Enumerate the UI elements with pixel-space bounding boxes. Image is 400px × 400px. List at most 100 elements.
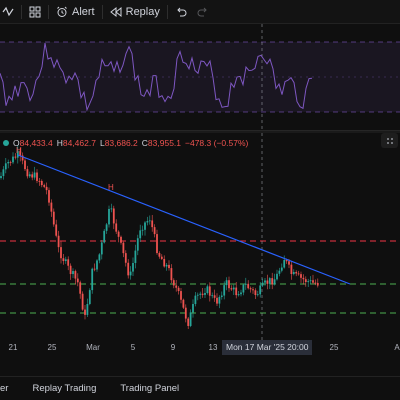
candles-group (0, 145, 319, 330)
close-value: 83,955.1 (147, 138, 182, 148)
candle-body (112, 208, 115, 224)
candle-body (74, 271, 77, 279)
candle-body (33, 172, 36, 178)
candle-body (0, 176, 2, 178)
candle-body (48, 190, 50, 203)
ohlc-legend: O 84,433.4 H 84,462.7 L 83,686.2 C 83,95… (0, 137, 252, 149)
open-value: 84,433.4 (19, 138, 53, 148)
candle-body (168, 264, 170, 269)
candle-body (86, 304, 89, 315)
candle-body (252, 289, 254, 291)
toolbar-divider (101, 4, 103, 19)
tab-trading-panel[interactable]: Trading Panel (108, 383, 191, 394)
candle-body (122, 242, 125, 254)
redo-button[interactable] (192, 0, 214, 24)
candle-body (295, 272, 298, 274)
candle-body (26, 169, 29, 177)
candle-body (242, 284, 245, 293)
low-value: 83,686.2 (104, 138, 138, 148)
candle-body (249, 288, 252, 290)
candle-body (304, 279, 307, 283)
candle-body (228, 280, 230, 289)
tab-replay-trading[interactable]: Replay Trading (20, 383, 108, 394)
candle-body (254, 290, 257, 296)
candle-body (256, 294, 259, 296)
candle-body (273, 279, 276, 285)
candle-body (93, 268, 96, 270)
templates-grid-icon[interactable] (24, 0, 46, 24)
candle-body (2, 169, 5, 177)
time-tick: 13 (208, 343, 218, 352)
candle-body (14, 156, 17, 158)
candle-body (165, 264, 168, 267)
time-tick: 9 (170, 343, 176, 352)
candle-body (240, 292, 242, 295)
candle-body (172, 280, 175, 286)
candle-body (199, 293, 202, 295)
candle-body (182, 299, 185, 308)
candle-body (230, 288, 233, 290)
replay-label: Replay (125, 5, 160, 18)
candle-body (153, 227, 156, 235)
bottom-panel-tabs: er Replay Trading Trading Panel (0, 376, 400, 400)
candle-body (132, 262, 134, 272)
candle-body (312, 280, 314, 283)
candle-body (261, 282, 264, 286)
candle-body (216, 297, 218, 304)
candle-body (170, 268, 173, 281)
price-chart: H H (0, 133, 400, 340)
candle-body (57, 235, 60, 248)
indicators-icon[interactable] (0, 0, 19, 24)
time-tick: 25 (329, 343, 339, 352)
candle-body (276, 273, 278, 280)
candle-body (160, 256, 163, 259)
candle-body (316, 282, 319, 286)
candle-body (105, 224, 108, 231)
candle-body (76, 278, 79, 283)
candle-body (4, 163, 7, 170)
replay-button[interactable]: Replay (105, 0, 165, 24)
tab-screener-partial[interactable]: er (0, 383, 20, 394)
candle-body (115, 223, 118, 232)
candle-body (213, 295, 216, 298)
candle-body (45, 186, 48, 191)
grid-dots-icon (386, 132, 394, 150)
candle-body (156, 234, 158, 254)
top-toolbar: Alert Replay (0, 0, 400, 24)
pane-settings-button[interactable] (381, 133, 398, 148)
candle-body (220, 295, 223, 297)
candle-body (175, 285, 178, 288)
candle-body (64, 259, 67, 262)
toolbar-divider (166, 4, 168, 19)
candle-body (91, 268, 94, 291)
candle-body (266, 280, 269, 284)
candle-body (81, 293, 84, 310)
candle-body (208, 286, 211, 296)
candle-body (43, 185, 46, 187)
candle-body (69, 265, 72, 275)
toolbar-divider (21, 4, 22, 19)
alert-button[interactable]: Alert (51, 0, 100, 24)
toolbar-divider (48, 4, 49, 19)
alarm-clock-icon (56, 6, 68, 18)
candle-body (271, 278, 274, 285)
candle-body (196, 294, 199, 296)
time-axis[interactable]: 21 25 Mar 5 9 13 25 A Mon 17 Mar '25 20:… (0, 340, 400, 356)
indicator-pane[interactable] (0, 24, 400, 130)
rewind-icon (109, 6, 122, 18)
time-tick: A (394, 343, 400, 352)
undo-button[interactable] (170, 0, 192, 24)
candle-body (88, 290, 91, 305)
candle-body (79, 282, 82, 294)
open-key: O (13, 138, 20, 148)
candle-body (259, 285, 262, 295)
candle-body (12, 156, 14, 163)
candle-body (177, 287, 180, 292)
candle-body (24, 160, 26, 170)
candle-body (180, 291, 182, 300)
candle-body (148, 220, 151, 222)
candle-body (223, 285, 226, 296)
candle-body (124, 253, 127, 263)
candle-body (144, 222, 146, 230)
price-pane[interactable]: H H (0, 133, 400, 340)
